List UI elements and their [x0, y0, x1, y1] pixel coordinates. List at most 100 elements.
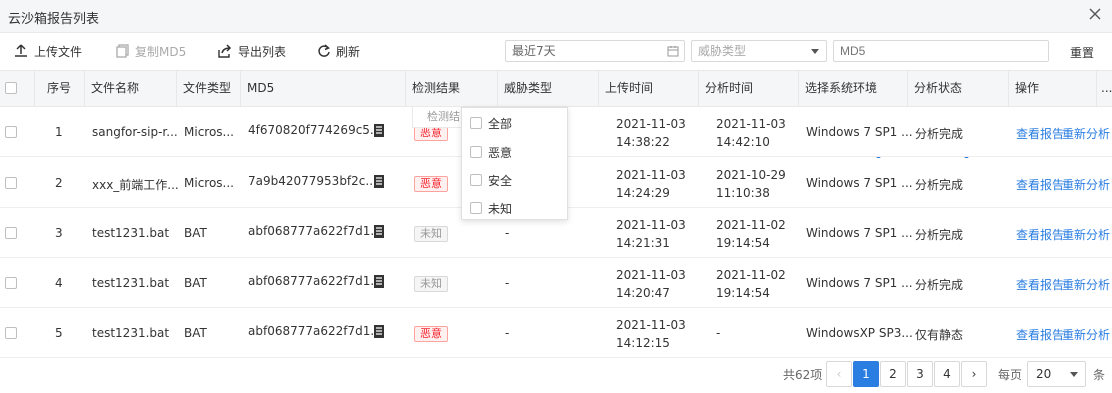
filter-option-label: 未知: [488, 201, 513, 216]
filter-option-checkbox[interactable]: [470, 146, 482, 158]
reanalyze-link[interactable]: 重新分析: [1062, 125, 1110, 142]
cell-upload-time: 2021-11-03 14:12:15: [616, 316, 686, 352]
header-status-label: 分析状态: [914, 81, 963, 95]
row-checkbox[interactable]: [5, 126, 17, 138]
cell-result: 恶意: [414, 176, 448, 192]
close-icon[interactable]: [1086, 5, 1104, 23]
row-checkbox[interactable]: [5, 177, 17, 189]
page-button-2[interactable]: 2: [880, 361, 906, 387]
page-size-unit: 条: [1093, 368, 1106, 382]
cell-md5: abf068777a622f7d1...: [248, 224, 382, 238]
cell-upload-time: 2021-11-03 14:38:22: [616, 115, 686, 151]
page-size-value: 20: [1036, 367, 1052, 381]
filter-option-unknown[interactable]: 未知: [470, 200, 512, 216]
cell-analysis-time: 2021-11-02 19:14:54: [716, 216, 786, 252]
cell-index: 5: [55, 326, 63, 340]
filter-option-label: 全部: [488, 116, 513, 131]
page-size-select[interactable]: 20: [1027, 361, 1086, 387]
header-status: 分析状态: [907, 71, 1008, 106]
view-report-link[interactable]: 查看报告: [1016, 125, 1064, 142]
analysis-clock: 14:42:10: [716, 135, 770, 149]
upload-clock: 14:12:15: [616, 336, 670, 350]
document-icon[interactable]: [374, 225, 386, 239]
analysis-clock: 19:14:54: [716, 286, 770, 300]
analysis-date: 2021-11-02: [716, 268, 786, 282]
filter-option-checkbox[interactable]: [470, 117, 482, 129]
result-badge: 恶意: [414, 326, 448, 342]
total-count: 共62项: [783, 368, 823, 382]
view-report-link[interactable]: 查看报告: [1016, 326, 1064, 343]
filter-option-all[interactable]: 全部: [470, 115, 512, 131]
cell-index: 4: [55, 276, 63, 290]
upload-clock: 14:24:29: [616, 186, 670, 200]
filter-option-malicious[interactable]: 恶意: [470, 144, 512, 160]
cell-status: 分析完成: [915, 228, 964, 242]
cell-filename: xxx_前端工作...: [92, 178, 179, 192]
header-result[interactable]: 检测结果: [405, 71, 497, 106]
date-range-picker[interactable]: 最近7天: [505, 40, 685, 62]
analysis-date: 2021-11-02: [716, 218, 786, 232]
prev-page-button[interactable]: ‹: [826, 361, 852, 387]
header-actions: 操作: [1008, 71, 1096, 106]
view-report-link[interactable]: 查看报告: [1016, 176, 1064, 193]
header-index: 序号: [34, 71, 84, 106]
row-checkbox[interactable]: [5, 327, 17, 339]
view-report-link[interactable]: 查看报告: [1016, 276, 1064, 293]
copy-icon: [116, 44, 129, 58]
reset-button[interactable]: 重置: [1070, 44, 1094, 61]
cell-threat: -: [505, 276, 510, 290]
dialog-titlebar: 云沙箱报告列表: [0, 0, 1112, 33]
reanalyze-link[interactable]: 重新分析: [1062, 326, 1110, 343]
page-button-4[interactable]: 4: [934, 361, 960, 387]
select-all-checkbox[interactable]: [5, 82, 17, 94]
document-icon[interactable]: [374, 124, 386, 138]
row-checkbox[interactable]: [5, 277, 17, 289]
reanalyze-link[interactable]: 重新分析: [1062, 176, 1110, 193]
document-icon[interactable]: [374, 175, 386, 189]
cell-result: 未知: [414, 226, 448, 242]
result-filter-dropdown: 全部 恶意 安全 未知: [461, 107, 568, 220]
document-icon[interactable]: [374, 325, 386, 339]
export-label: 导出列表: [238, 44, 287, 59]
header-select-all: [0, 71, 34, 106]
refresh-button[interactable]: 刷新: [317, 42, 360, 60]
view-report-link[interactable]: 查看报告: [1016, 226, 1064, 243]
cell-upload-time: 2021-11-03 14:20:47: [616, 266, 686, 302]
calendar-icon: [667, 46, 679, 57]
upload-icon: [15, 44, 27, 57]
cell-md5: 7a9b42077953bf2c...: [248, 174, 377, 188]
document-icon[interactable]: [374, 275, 386, 289]
filter-option-checkbox[interactable]: [470, 202, 482, 214]
reanalyze-link[interactable]: 重新分析: [1062, 276, 1110, 293]
date-range-value: 最近7天: [512, 44, 556, 58]
result-header-tooltip: 检测结果: [412, 106, 468, 128]
refresh-label: 刷新: [336, 44, 361, 59]
page-button-3[interactable]: 3: [907, 361, 933, 387]
export-button[interactable]: 导出列表: [218, 42, 286, 60]
result-badge: 恶意: [414, 176, 448, 192]
page-button-1[interactable]: 1: [853, 361, 879, 387]
dialog-title: 云沙箱报告列表: [8, 12, 100, 27]
cell-index: 3: [55, 226, 63, 240]
upload-date: 2021-11-03: [616, 218, 686, 232]
cell-filename: sangfor-sip-r...: [92, 125, 178, 139]
filter-option-checkbox[interactable]: [470, 174, 482, 186]
cell-result: 恶意: [414, 326, 448, 342]
upload-date: 2021-11-03: [616, 117, 686, 131]
filter-option-safe[interactable]: 安全: [470, 172, 512, 188]
threat-type-select[interactable]: 威胁类型: [691, 40, 827, 62]
row-checkbox[interactable]: [5, 227, 17, 239]
reanalyze-link[interactable]: 重新分析: [1062, 226, 1110, 243]
header-threat: 威胁类型: [497, 71, 598, 106]
copy-md5-button[interactable]: 复制MD5: [116, 42, 186, 60]
cell-filetype: Micros...: [184, 176, 234, 190]
header-env-label: 选择系统环境: [805, 81, 878, 95]
header-md5: MD5: [240, 71, 405, 106]
cell-env: Windows 7 SP1 ...: [806, 226, 913, 240]
copy-md5-label: 复制MD5: [135, 44, 187, 59]
more-columns-icon[interactable]: ...: [1096, 71, 1112, 106]
md5-search-input[interactable]: [833, 40, 1049, 62]
upload-date: 2021-11-03: [616, 168, 686, 182]
next-page-button[interactable]: ›: [961, 361, 987, 387]
upload-button[interactable]: 上传文件: [14, 42, 82, 60]
